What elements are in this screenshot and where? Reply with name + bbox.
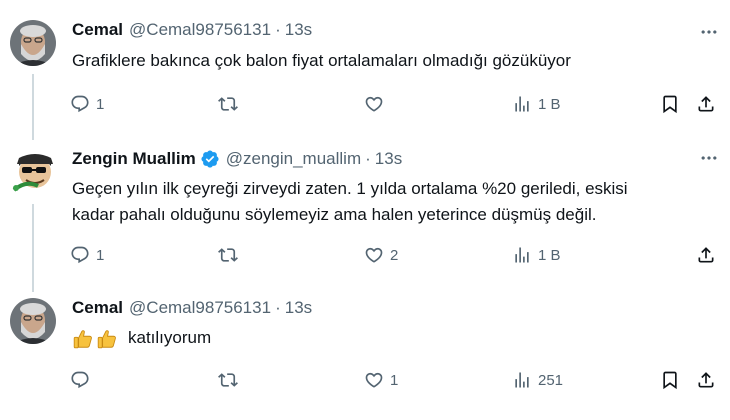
tweet-2[interactable]: Zengin Muallim @zengin_muallim · 13s Geç… — [0, 140, 730, 292]
tweet-header: Cemal @Cemal98756131 · 13s — [72, 19, 312, 41]
tweet-text-line: katılıyorum — [72, 325, 712, 351]
views-button[interactable]: 1 B — [512, 92, 561, 116]
view-count: 251 — [538, 371, 564, 389]
separator-dot: · — [275, 298, 281, 317]
tweet-header: Cemal @Cemal98756131 · 13s — [72, 297, 312, 319]
tweet-text-content: katılıyorum — [128, 328, 212, 347]
timestamp[interactable]: 13s — [285, 298, 312, 318]
view-count: 1 B — [538, 246, 561, 264]
retweet-button[interactable] — [218, 368, 244, 392]
avatar[interactable] — [10, 150, 56, 196]
tweet-text: katılıyorum — [72, 325, 712, 351]
heart-icon — [364, 94, 384, 114]
tweet-text-line: Grafiklere bakınca çok balon fiyat ortal… — [72, 51, 571, 70]
timestamp[interactable]: 13s — [285, 20, 312, 40]
retweet-button[interactable] — [218, 243, 244, 267]
like-button[interactable]: 2 — [364, 243, 398, 267]
tweet-actions: 1 1 B — [62, 92, 722, 116]
retweet-icon — [218, 94, 238, 114]
tweet-1[interactable]: Cemal @Cemal98756131 · 13s Grafiklere ba… — [0, 0, 730, 140]
retweet-button[interactable] — [218, 92, 244, 116]
views-icon — [512, 94, 532, 114]
bookmark-button[interactable] — [660, 368, 680, 392]
more-icon[interactable] — [698, 147, 720, 169]
separator-dot: · — [275, 20, 281, 39]
tweet-text: Geçen yılın ilk çeyreği zirveydi zaten. … — [72, 176, 712, 228]
reply-count: 1 — [96, 95, 105, 113]
author-handle[interactable]: @zengin_muallim — [226, 149, 361, 169]
views-button[interactable]: 1 B — [512, 243, 561, 267]
share-icon — [696, 94, 716, 114]
author-handle[interactable]: @Cemal98756131 — [129, 298, 271, 318]
views-icon — [512, 370, 532, 390]
like-button[interactable]: 1 — [364, 368, 398, 392]
thumbs-up-emoji — [72, 328, 118, 350]
tweet-header: Zengin Muallim @zengin_muallim · 13s — [72, 148, 402, 170]
tweet-actions: 1 2 1 B — [62, 243, 722, 267]
tweet-3[interactable]: Cemal @Cemal98756131 · 13s katılıyorum 1… — [0, 292, 730, 420]
bookmark-icon — [660, 370, 680, 390]
bookmark-icon — [660, 94, 680, 114]
reply-icon — [70, 94, 90, 114]
tweet-actions: 1 251 — [62, 368, 722, 392]
share-button[interactable] — [696, 92, 716, 116]
like-count: 2 — [390, 246, 399, 264]
author-name[interactable]: Cemal — [72, 298, 123, 318]
bookmark-button[interactable] — [660, 92, 680, 116]
reply-icon — [70, 370, 90, 390]
avatar[interactable] — [10, 20, 56, 66]
reply-button[interactable] — [70, 368, 96, 392]
views-icon — [512, 245, 532, 265]
like-button[interactable] — [364, 92, 390, 116]
share-button[interactable] — [696, 368, 716, 392]
tweet-text-line: kadar pahalı olduğunu söylemeyiz ama hal… — [72, 205, 597, 224]
reply-button[interactable]: 1 — [70, 92, 104, 116]
timestamp[interactable]: 13s — [375, 149, 402, 169]
heart-icon — [364, 245, 384, 265]
heart-icon — [364, 370, 384, 390]
share-button[interactable] — [696, 243, 716, 267]
views-button[interactable]: 251 — [512, 368, 563, 392]
retweet-icon — [218, 370, 238, 390]
verified-badge-icon — [200, 149, 220, 169]
reply-count: 1 — [96, 246, 105, 264]
view-count: 1 B — [538, 95, 561, 113]
author-handle[interactable]: @Cemal98756131 — [129, 20, 271, 40]
share-icon — [696, 370, 716, 390]
reply-icon — [70, 245, 90, 265]
retweet-icon — [218, 245, 238, 265]
tweet-text: Grafiklere bakınca çok balon fiyat ortal… — [72, 48, 712, 74]
more-icon[interactable] — [698, 21, 720, 43]
separator-dot: · — [365, 149, 371, 168]
reply-button[interactable]: 1 — [70, 243, 104, 267]
author-name[interactable]: Zengin Muallim — [72, 149, 196, 169]
share-icon — [696, 245, 716, 265]
like-count: 1 — [390, 371, 399, 389]
avatar[interactable] — [10, 298, 56, 344]
tweet-text-line: Geçen yılın ilk çeyreği zirveydi zaten. … — [72, 179, 628, 198]
author-name[interactable]: Cemal — [72, 20, 123, 40]
